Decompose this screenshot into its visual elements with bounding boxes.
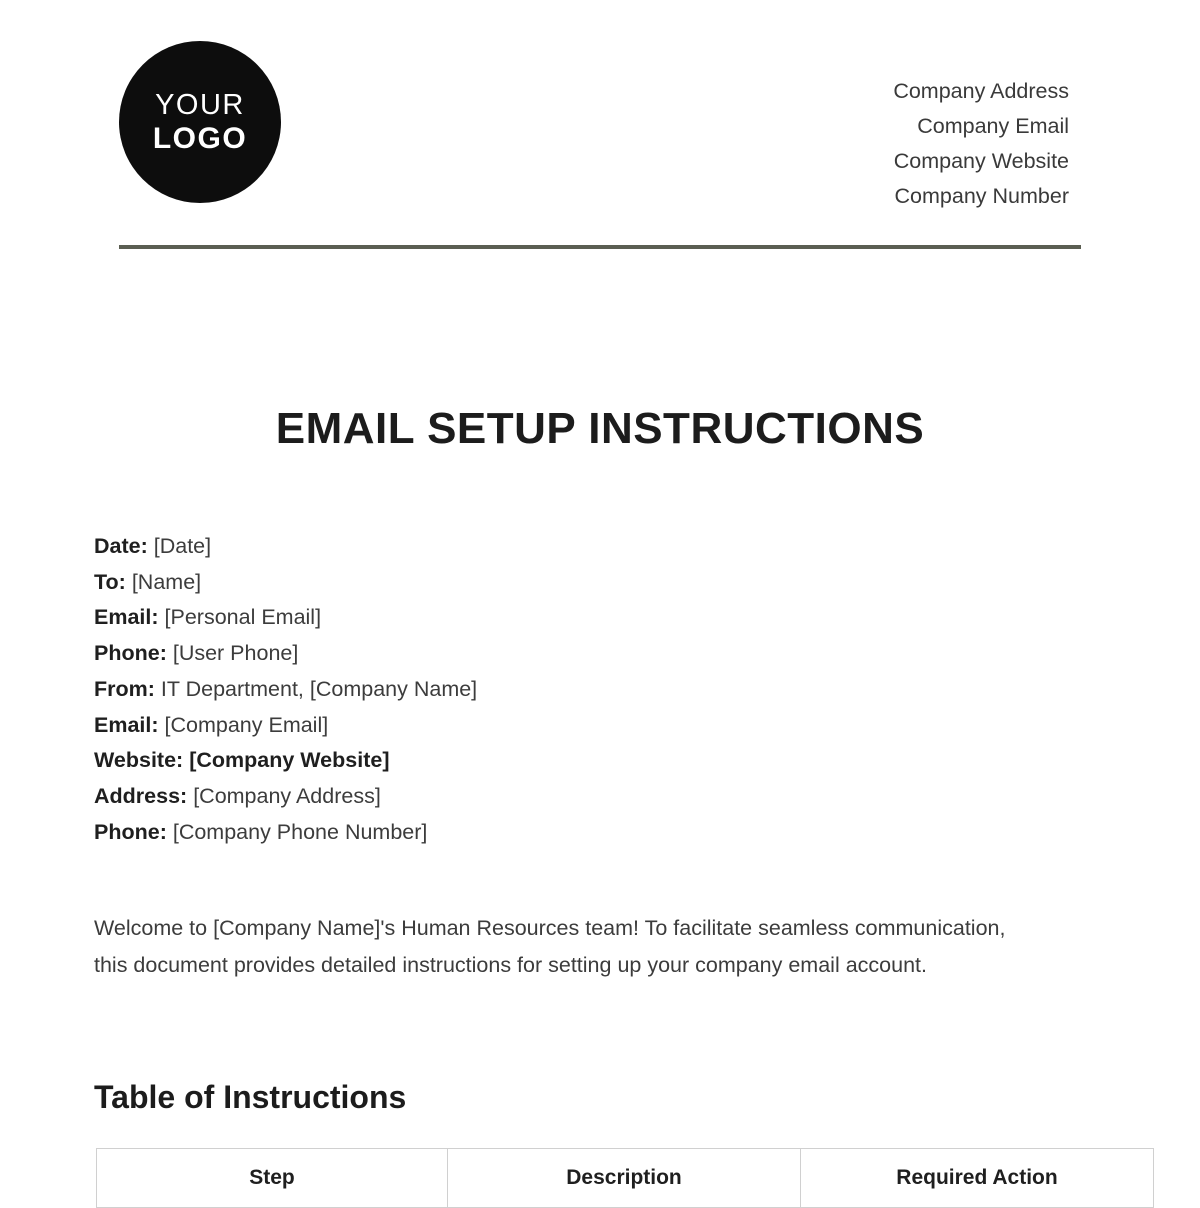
meta-value: [Date] <box>153 534 212 558</box>
meta-row: Date: [Date] <box>94 529 1094 565</box>
meta-value: [Personal Email] <box>164 605 322 630</box>
meta-value: [Company Email] <box>164 712 329 737</box>
section-heading: Table of Instructions <box>94 1078 407 1115</box>
meta-label: From: <box>94 676 155 701</box>
table-header: Step Description Required Action <box>96 1148 1154 1208</box>
meta-row: To: [Name] <box>94 565 1094 601</box>
document-meta: Date: [Date] To: [Name] Email: [Personal… <box>94 529 1094 850</box>
intro-paragraph: Welcome to [Company Name]'s Human Resour… <box>94 915 1006 977</box>
company-email: Company Email <box>917 114 1069 138</box>
logo-line-1: YOUR <box>155 89 245 121</box>
meta-value: [User Phone] <box>172 641 299 666</box>
meta-row: Email: [Company Email] <box>94 708 1094 744</box>
company-contact-info: Company Address Company Email Company We… <box>893 74 1069 214</box>
meta-value: [Company Website] <box>189 748 390 773</box>
meta-row: Phone: [User Phone] <box>94 636 1094 672</box>
company-logo: YOUR LOGO <box>119 41 281 203</box>
meta-label: Date: <box>94 534 148 558</box>
table-header-row: Step Description Required Action <box>96 1148 1154 1208</box>
meta-label: Website: <box>94 748 184 773</box>
meta-value: [Company Address] <box>193 783 381 808</box>
header-divider <box>119 245 1081 249</box>
column-header-required-action: Required Action <box>800 1148 1154 1208</box>
meta-row: Email: [Personal Email] <box>94 600 1094 636</box>
company-website: Company Website <box>893 149 1069 173</box>
meta-label: Email: <box>94 605 159 630</box>
page-title: EMAIL SETUP INSTRUCTIONS <box>275 404 925 453</box>
meta-row: Phone: [Company Phone Number] <box>94 815 1094 851</box>
meta-value: IT Department, [Company Name] <box>160 676 478 701</box>
meta-row: Address: [Company Address] <box>94 779 1094 815</box>
company-number: Company Number <box>894 184 1069 208</box>
company-address: Company Address <box>893 79 1069 103</box>
meta-label: Address: <box>94 783 188 808</box>
column-header-description: Description <box>447 1148 801 1208</box>
meta-label: Email: <box>94 712 159 737</box>
document-page: YOUR LOGO Company Address Company Email … <box>0 0 1200 1208</box>
instructions-table: Step Description Required Action <box>96 1148 1154 1208</box>
meta-label: To: <box>94 569 126 594</box>
meta-label: Phone: <box>94 641 167 666</box>
meta-row: Website: [Company Website] <box>94 743 1094 779</box>
document-header: YOUR LOGO Company Address Company Email … <box>0 0 1200 250</box>
meta-value: [Name] <box>131 569 202 594</box>
meta-value: [Company Phone Number] <box>172 819 428 844</box>
logo-line-2: LOGO <box>152 122 248 155</box>
meta-label: Phone: <box>94 819 167 844</box>
meta-row: From: IT Department, [Company Name] <box>94 672 1094 708</box>
column-header-step: Step <box>96 1148 448 1208</box>
